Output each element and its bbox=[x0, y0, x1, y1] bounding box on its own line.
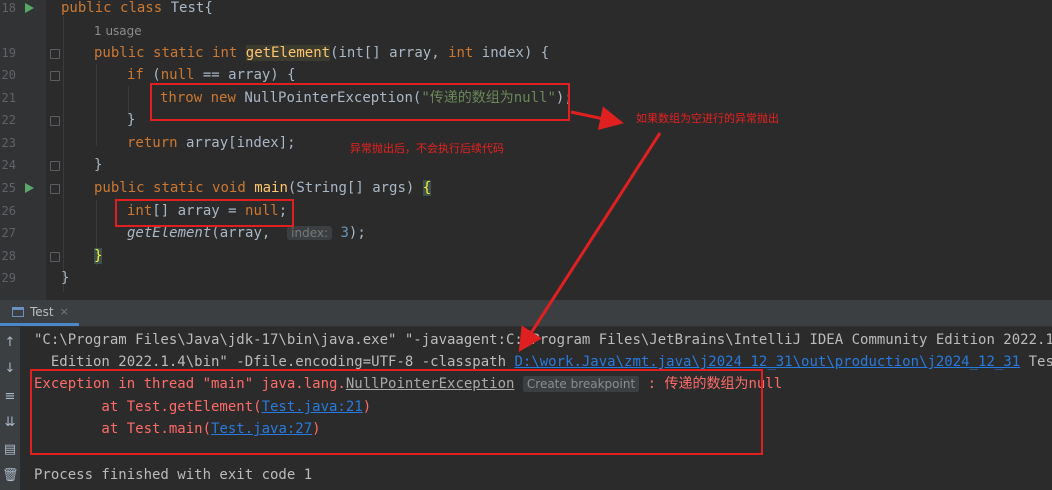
line-number: 25 bbox=[1, 181, 16, 195]
usage-hint[interactable]: 1 usage bbox=[94, 22, 142, 40]
down-arrow-icon[interactable]: ↓ bbox=[2, 361, 18, 377]
line-number: 21 bbox=[1, 91, 16, 105]
line-number: 19 bbox=[1, 46, 16, 60]
line-number: 18 bbox=[1, 1, 16, 15]
fold-icon[interactable] bbox=[50, 49, 60, 59]
null-array-highlight-box bbox=[115, 199, 294, 227]
code-line-18[interactable]: public class Test{ bbox=[61, 0, 213, 19]
code-line-19[interactable]: public static int getElement(int[] array… bbox=[94, 42, 549, 64]
code-line-29[interactable]: } bbox=[61, 267, 69, 289]
code-line-28[interactable]: } bbox=[94, 245, 103, 267]
fold-icon[interactable] bbox=[50, 184, 60, 194]
code-editor[interactable]: 18 19 20 21 22 23 24 25 26 27 28 29 publ… bbox=[0, 0, 1052, 300]
line-number: 22 bbox=[1, 113, 16, 127]
line-number-gutter: 18 19 20 21 22 23 24 25 26 27 28 29 bbox=[0, 0, 46, 300]
fold-icon[interactable] bbox=[50, 161, 60, 171]
run-gutter-icon[interactable] bbox=[25, 3, 34, 13]
up-arrow-icon[interactable]: ↑ bbox=[2, 335, 18, 351]
parameter-hint: index: bbox=[287, 226, 333, 240]
run-gutter-icon[interactable] bbox=[25, 183, 34, 193]
line-number: 26 bbox=[1, 204, 16, 218]
exception-highlight-box bbox=[30, 369, 763, 455]
line-number: 29 bbox=[1, 271, 16, 285]
console-toolbar: ↑ ↓ ≡ ⇊ ▤ 🗑 bbox=[0, 327, 20, 490]
tab-label: Test bbox=[30, 304, 54, 319]
fold-icon[interactable] bbox=[50, 252, 60, 262]
run-tab-icon bbox=[12, 306, 24, 317]
line-number: 27 bbox=[1, 226, 16, 240]
throw-highlight-box bbox=[150, 83, 570, 121]
classpath-link[interactable]: D:\work.Java\zmt.java\j2024_12_31\out\pr… bbox=[514, 354, 1020, 370]
code-line-23[interactable]: return array[index]; bbox=[127, 132, 296, 154]
code-line-25[interactable]: public static void main(String[] args) { bbox=[94, 177, 432, 199]
soft-wrap-icon[interactable]: ≡ bbox=[2, 389, 18, 405]
run-tool-window-header: Test × bbox=[0, 300, 1052, 327]
print-icon[interactable]: ▤ bbox=[2, 442, 18, 458]
code-line-24[interactable]: } bbox=[94, 154, 102, 176]
code-line-22[interactable]: } bbox=[127, 109, 135, 131]
fold-icon[interactable] bbox=[50, 116, 60, 126]
close-icon[interactable]: × bbox=[60, 305, 69, 318]
line-number: 24 bbox=[1, 158, 16, 172]
process-finished-line: Process finished with exit code 1 bbox=[34, 467, 313, 483]
trash-icon[interactable]: 🗑 bbox=[2, 468, 19, 484]
scroll-to-end-icon[interactable]: ⇊ bbox=[2, 415, 18, 431]
line-number: 23 bbox=[1, 136, 16, 150]
tab-test[interactable]: Test × bbox=[0, 300, 79, 326]
line-number: 28 bbox=[1, 249, 16, 263]
fold-icon[interactable] bbox=[50, 71, 60, 81]
console-output[interactable]: "C:\Program Files\Java\jdk-17\bin\java.e… bbox=[20, 327, 1052, 490]
line-number: 20 bbox=[1, 68, 16, 82]
annotation-throw-note: 如果数组为空进行的异常抛出 bbox=[636, 112, 779, 125]
annotation-no-further-execution: 异常抛出后，不会执行后续代码 bbox=[350, 142, 504, 155]
console-command-line: "C:\Program Files\Java\jdk-17\bin\java.e… bbox=[34, 332, 1052, 348]
